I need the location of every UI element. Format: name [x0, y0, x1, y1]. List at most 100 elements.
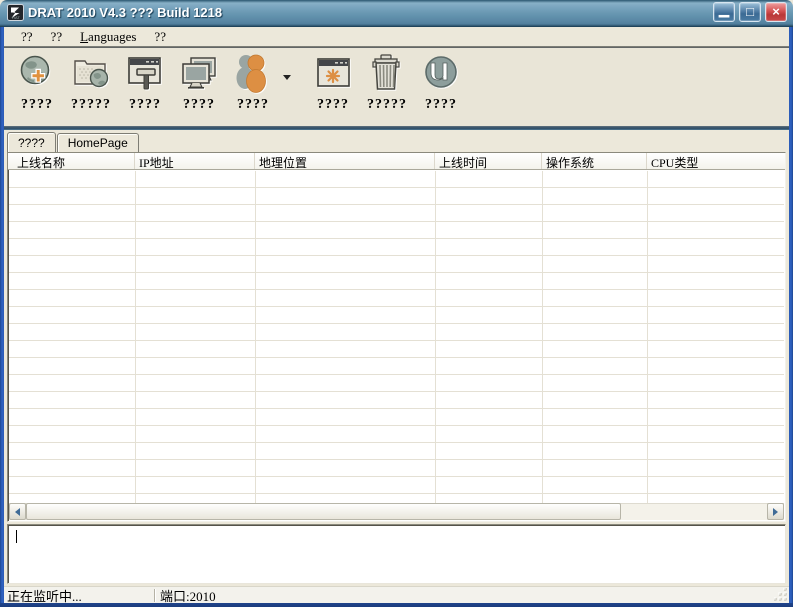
menu-item-2[interactable]: ?? — [42, 27, 72, 47]
table-cell — [436, 222, 543, 238]
table-cell — [543, 188, 648, 204]
table-cell — [543, 171, 648, 187]
statusbar: 正在监听中... 端口:2010 — [4, 586, 789, 603]
resize-grip[interactable] — [774, 588, 788, 602]
table-cell — [436, 273, 543, 289]
table-cell — [9, 341, 136, 357]
table-cell — [9, 222, 136, 238]
column-header-name[interactable]: 上线名称 — [8, 153, 135, 169]
table-cell — [256, 222, 436, 238]
toolbar-button-service[interactable]: ???? — [306, 52, 360, 113]
tab-homepage[interactable]: HomePage — [57, 133, 139, 152]
table-cell — [256, 426, 436, 442]
column-header-location[interactable]: 地理位置 — [255, 153, 435, 169]
table-cell — [136, 290, 256, 306]
table-row[interactable] — [9, 409, 784, 426]
maximize-button[interactable]: □ — [739, 2, 761, 22]
column-header-cpu[interactable]: CPU类型 — [647, 153, 785, 169]
menu-item-1[interactable]: ?? — [12, 27, 42, 47]
column-header-ip[interactable]: IP地址 — [135, 153, 255, 169]
toolbar-button-screens[interactable]: ???? — [172, 52, 226, 113]
table-cell — [648, 392, 784, 408]
column-header-os[interactable]: 操作系统 — [542, 153, 647, 169]
table-row[interactable] — [9, 273, 784, 290]
window-border-left[interactable] — [0, 27, 4, 607]
table-cell — [543, 426, 648, 442]
monitors-icon — [178, 52, 220, 94]
table-cell — [136, 205, 256, 221]
toolbar-button-connect[interactable]: ???? — [10, 52, 64, 113]
horizontal-scrollbar[interactable] — [9, 503, 784, 520]
table-row[interactable] — [9, 188, 784, 205]
table-row[interactable] — [9, 239, 784, 256]
table-row[interactable] — [9, 375, 784, 392]
menu-item-languages[interactable]: Languages — [71, 27, 145, 47]
toolbar: ???? ????? — [4, 48, 789, 126]
scrollbar-track[interactable] — [621, 503, 767, 520]
table-row[interactable] — [9, 256, 784, 273]
table-row[interactable] — [9, 324, 784, 341]
table-cell — [9, 460, 136, 476]
table-cell — [543, 375, 648, 391]
table-row[interactable] — [9, 341, 784, 358]
table-row[interactable] — [9, 460, 784, 477]
table-cell — [256, 494, 436, 503]
table-cell — [648, 222, 784, 238]
table-cell — [436, 290, 543, 306]
toolbar-button-build[interactable]: ????? — [64, 52, 118, 113]
table-cell — [136, 392, 256, 408]
table-cell — [136, 256, 256, 272]
menu-item-4[interactable]: ?? — [145, 27, 175, 47]
table-cell — [543, 290, 648, 306]
minimize-button[interactable]: ▁ — [713, 2, 735, 22]
folder-globe-icon — [70, 52, 112, 94]
table-cell — [648, 205, 784, 221]
column-header-online-time[interactable]: 上线时间 — [435, 153, 542, 169]
table-cell — [436, 392, 543, 408]
table-cell — [436, 188, 543, 204]
table-cell — [543, 341, 648, 357]
titlebar[interactable]: RAT DRAT 2010 V4.3 ??? Build 1218 ▁ □ × — [0, 0, 793, 27]
users-dropdown-arrow[interactable] — [280, 56, 294, 98]
table-body[interactable] — [9, 171, 784, 503]
table-cell — [136, 324, 256, 340]
table-row[interactable] — [9, 392, 784, 409]
table-cell — [9, 273, 136, 289]
table-cell — [256, 477, 436, 493]
scrollbar-thumb[interactable] — [26, 503, 621, 520]
table-row[interactable] — [9, 290, 784, 307]
table-row[interactable] — [9, 426, 784, 443]
users-icon — [232, 52, 274, 94]
table-row[interactable] — [9, 205, 784, 222]
mu-circle-icon — [420, 52, 462, 94]
table-row[interactable] — [9, 494, 784, 503]
toolbar-button-settings[interactable]: ???? — [118, 52, 172, 113]
table-cell — [648, 273, 784, 289]
table-row[interactable] — [9, 307, 784, 324]
table-row[interactable] — [9, 443, 784, 460]
toolbar-button-mu[interactable]: ???? — [414, 52, 468, 113]
table-cell — [256, 256, 436, 272]
table-row[interactable] — [9, 477, 784, 494]
window-border-right[interactable] — [789, 27, 793, 607]
globe-add-icon — [16, 52, 58, 94]
close-button[interactable]: × — [765, 2, 787, 22]
window-border-bottom[interactable] — [0, 603, 793, 607]
table-cell — [648, 256, 784, 272]
table-cell — [256, 375, 436, 391]
scroll-right-button[interactable] — [767, 503, 784, 520]
scroll-left-button[interactable] — [9, 503, 26, 520]
toolbar-button-delete[interactable]: ????? — [360, 52, 414, 113]
log-textarea[interactable] — [7, 524, 786, 584]
table-row[interactable] — [9, 171, 784, 188]
table-row[interactable] — [9, 358, 784, 375]
window-title: DRAT 2010 V4.3 ??? Build 1218 — [28, 5, 713, 20]
tab-online-hosts[interactable]: ???? — [7, 132, 56, 152]
table-cell — [256, 171, 436, 187]
table-cell — [436, 443, 543, 459]
table-cell — [256, 460, 436, 476]
table-cell — [648, 358, 784, 374]
table-cell — [543, 477, 648, 493]
toolbar-button-users[interactable]: ???? — [226, 52, 280, 113]
table-row[interactable] — [9, 222, 784, 239]
